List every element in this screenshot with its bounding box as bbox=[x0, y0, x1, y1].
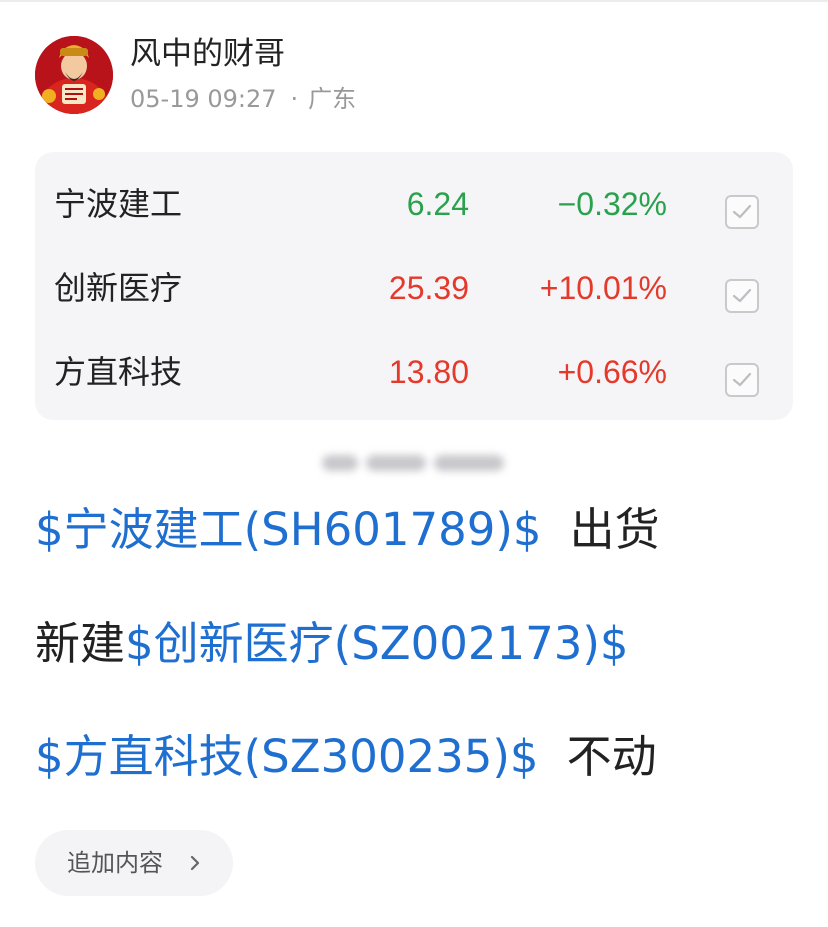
post-location: 广东 bbox=[308, 85, 357, 113]
check-icon bbox=[732, 372, 752, 387]
content-line-3: $方直科技(SZ300235)$ 不动 bbox=[35, 727, 657, 787]
add-content-label: 追加内容 bbox=[67, 849, 163, 877]
stock-name: 宁波建工 bbox=[54, 185, 183, 223]
check-icon bbox=[732, 204, 752, 219]
stock-row[interactable]: 宁波建工 6.24 −0.32% bbox=[35, 162, 793, 246]
avatar[interactable] bbox=[35, 36, 113, 114]
stock-checkbox[interactable] bbox=[725, 279, 759, 313]
check-icon bbox=[732, 288, 752, 303]
stock-change: +0.66% bbox=[557, 354, 667, 390]
content-line-2: 新建$创新医疗(SZ002173)$ bbox=[35, 614, 629, 674]
stock-row[interactable]: 方直科技 13.80 +0.66% bbox=[35, 330, 793, 414]
stock-checkbox[interactable] bbox=[725, 363, 759, 397]
content-text: 出货 bbox=[569, 503, 660, 556]
stock-price: 13.80 bbox=[388, 354, 469, 390]
stock-link[interactable]: $方直科技(SZ300235)$ bbox=[35, 730, 539, 783]
stock-checkbox[interactable] bbox=[725, 195, 759, 229]
stock-link[interactable]: $宁波建工(SH601789)$ bbox=[35, 503, 542, 556]
stock-change: +10.01% bbox=[539, 270, 667, 306]
post-meta: 05-19 09:27 · 广东 bbox=[130, 84, 356, 114]
blurred-watermark bbox=[322, 449, 504, 477]
content-text: 新建 bbox=[35, 617, 126, 670]
chevron-right-icon bbox=[190, 855, 200, 871]
stock-card: 宁波建工 6.24 −0.32% 创新医疗 25.39 +10.01% 方直科技… bbox=[35, 152, 793, 420]
content-line-1: $宁波建工(SH601789)$ 出货 bbox=[35, 500, 660, 560]
content-text: 不动 bbox=[566, 730, 657, 783]
meta-separator: · bbox=[290, 85, 299, 113]
stock-link[interactable]: $创新医疗(SZ002173)$ bbox=[125, 617, 629, 670]
stock-name: 方直科技 bbox=[54, 353, 183, 391]
top-divider bbox=[0, 0, 828, 2]
avatar-image bbox=[35, 36, 113, 114]
stock-price: 25.39 bbox=[388, 270, 469, 306]
add-content-button[interactable]: 追加内容 bbox=[35, 830, 233, 896]
stock-row[interactable]: 创新医疗 25.39 +10.01% bbox=[35, 246, 793, 330]
author-name[interactable]: 风中的财哥 bbox=[130, 34, 285, 74]
stock-name: 创新医疗 bbox=[54, 269, 183, 307]
stock-change: −0.32% bbox=[557, 186, 667, 222]
stock-price: 6.24 bbox=[406, 186, 469, 222]
post-time: 05-19 09:27 bbox=[130, 85, 277, 113]
